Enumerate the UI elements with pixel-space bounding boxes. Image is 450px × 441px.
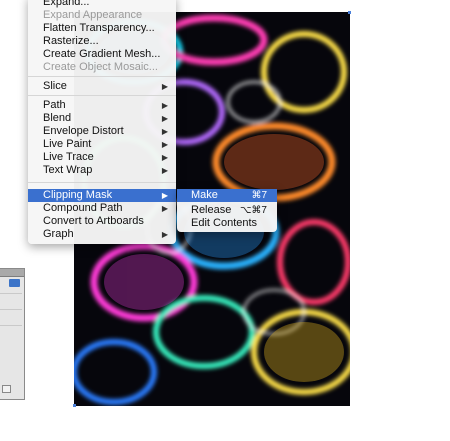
- submenu-arrow-icon: ▶: [161, 127, 168, 136]
- submenu-item-label: Edit Contents: [191, 217, 258, 229]
- menu-item-label: Compound Path: [43, 202, 123, 214]
- submenu-arrow-icon: ▶: [161, 114, 168, 123]
- menu-item-label: Text Wrap: [43, 164, 93, 176]
- clipping-mask-submenu: Make ⌘7 Release ⌥⌘7 Edit Contents: [177, 189, 277, 232]
- menu-item-text-wrap[interactable]: Text Wrap ▶: [28, 164, 176, 177]
- shortcut-label: ⌘7: [251, 190, 267, 201]
- panel-divider: [0, 309, 22, 310]
- menu-item-clipping-mask[interactable]: Clipping Mask ▶: [28, 189, 176, 202]
- submenu-item-edit-contents[interactable]: Edit Contents: [177, 217, 277, 230]
- menu-item-label: Convert to Artboards: [43, 215, 144, 227]
- panel-divider: [0, 325, 22, 326]
- menu-item-label: Create Gradient Mesh...: [43, 48, 161, 60]
- menu-item-create-gradient-mesh[interactable]: Create Gradient Mesh...: [28, 48, 176, 61]
- menu-item-flatten-transparency[interactable]: Flatten Transparency...: [28, 22, 176, 35]
- menu-item-create-object-mosaic: Create Object Mosaic...: [28, 61, 176, 74]
- menu-item-path[interactable]: Path ▶: [28, 99, 176, 112]
- menu-item-live-trace[interactable]: Live Trace ▶: [28, 151, 176, 164]
- submenu-arrow-icon: ▶: [161, 230, 168, 239]
- tools-panel: [0, 268, 25, 400]
- object-menu: Expand... Expand Appearance Flatten Tran…: [28, 0, 176, 244]
- menu-item-label: Envelope Distort: [43, 125, 124, 137]
- submenu-arrow-icon: ▶: [161, 166, 168, 175]
- menu-separator: [28, 182, 176, 183]
- menu-item-label: Blend: [43, 112, 72, 124]
- menu-item-label: Path: [43, 99, 66, 111]
- menu-item-slice[interactable]: Slice ▶: [28, 80, 176, 93]
- selection-handle-top-right[interactable]: [348, 11, 351, 14]
- submenu-arrow-icon: ▶: [161, 153, 168, 162]
- menu-item-blend[interactable]: Blend ▶: [28, 112, 176, 125]
- panel-divider: [0, 293, 22, 294]
- menu-item-live-paint[interactable]: Live Paint ▶: [28, 138, 176, 151]
- menu-item-compound-path[interactable]: Compound Path ▶: [28, 202, 176, 215]
- submenu-arrow-icon: ▶: [161, 191, 168, 200]
- submenu-arrow-icon: ▶: [161, 101, 168, 110]
- panel-footer-icon[interactable]: [2, 385, 11, 393]
- submenu-arrow-icon: ▶: [161, 82, 168, 91]
- menu-item-label: Live Trace: [43, 151, 94, 163]
- selection-handle-bottom-left[interactable]: [73, 404, 76, 407]
- menu-item-expand-appearance: Expand Appearance: [28, 9, 176, 22]
- menu-item-label: Expand Appearance: [43, 9, 143, 21]
- menu-item-rasterize[interactable]: Rasterize...: [28, 35, 176, 48]
- menu-separator: [28, 76, 176, 77]
- menu-item-label: Rasterize...: [43, 35, 99, 47]
- menu-separator: [28, 95, 176, 96]
- panel-menu-button[interactable]: [9, 279, 20, 287]
- submenu-item-label: Make: [191, 189, 218, 201]
- menu-item-label: Graph: [43, 228, 74, 240]
- panel-titlebar[interactable]: [0, 269, 24, 277]
- menu-item-expand[interactable]: Expand...: [28, 0, 176, 9]
- menu-item-label: Live Paint: [43, 138, 92, 150]
- submenu-arrow-icon: ▶: [161, 204, 168, 213]
- submenu-arrow-icon: ▶: [161, 140, 168, 149]
- menu-item-label: Expand...: [43, 0, 90, 8]
- submenu-item-release[interactable]: Release ⌥⌘7: [177, 204, 277, 217]
- menu-item-label: Flatten Transparency...: [43, 22, 155, 34]
- menu-item-label: Clipping Mask: [43, 189, 113, 201]
- submenu-item-make[interactable]: Make ⌘7: [177, 189, 277, 202]
- menu-item-label: Slice: [43, 80, 67, 92]
- menu-item-envelope-distort[interactable]: Envelope Distort ▶: [28, 125, 176, 138]
- submenu-item-label: Release: [191, 204, 232, 216]
- shortcut-label: ⌥⌘7: [239, 205, 267, 216]
- menu-item-graph[interactable]: Graph ▶: [28, 228, 176, 241]
- menu-item-label: Create Object Mosaic...: [43, 61, 158, 73]
- menu-item-convert-to-artboards[interactable]: Convert to Artboards: [28, 215, 176, 228]
